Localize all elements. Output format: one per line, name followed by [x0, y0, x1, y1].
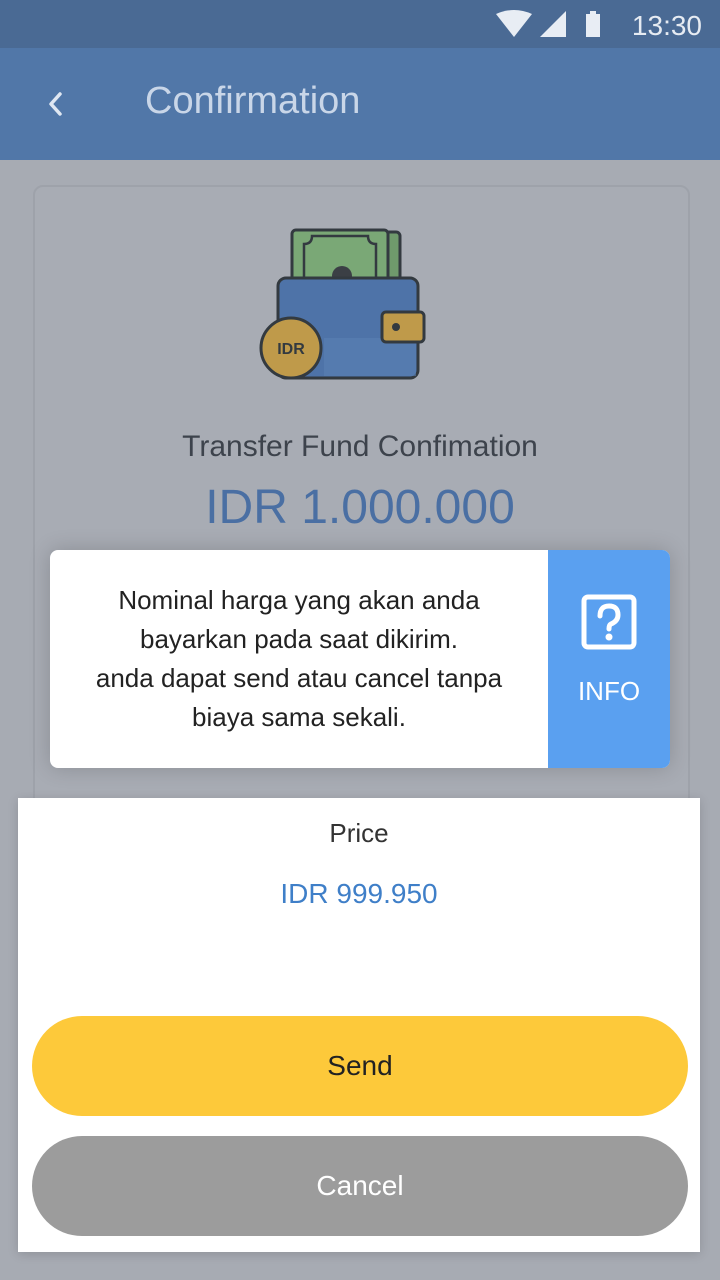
status-icons — [496, 10, 600, 37]
signal-icon — [540, 11, 566, 37]
wallet-icon: IDR — [259, 228, 426, 380]
back-button[interactable] — [28, 78, 84, 130]
wifi-icon — [496, 10, 532, 37]
status-bar: 13:30 — [0, 0, 720, 48]
question-icon — [581, 594, 637, 650]
status-time: 13:30 — [631, 10, 702, 41]
battery-icon — [586, 11, 600, 37]
price-label: Price — [329, 818, 389, 848]
app-bar: Confirmation — [0, 48, 720, 160]
bottom-sheet: Price IDR 999.950 Send Cancel — [18, 798, 700, 1252]
send-button[interactable]: Send — [32, 1016, 688, 1116]
price-value: IDR 999.950 — [280, 878, 438, 909]
info-button-label: INFO — [577, 676, 641, 706]
info-message: Nominal harga yang akan anda bayarkan pa… — [95, 585, 503, 732]
transfer-amount: IDR 1.000.000 — [205, 481, 515, 534]
transfer-title: Transfer Fund Confimation — [182, 430, 538, 463]
back-arrow-icon — [49, 92, 62, 116]
page-title: Confirmation — [145, 80, 361, 122]
cancel-button[interactable]: Cancel — [32, 1136, 688, 1236]
info-button[interactable]: INFO — [548, 550, 670, 768]
coin-label: IDR — [277, 341, 305, 358]
info-box: Nominal harga yang akan anda bayarkan pa… — [50, 550, 670, 768]
